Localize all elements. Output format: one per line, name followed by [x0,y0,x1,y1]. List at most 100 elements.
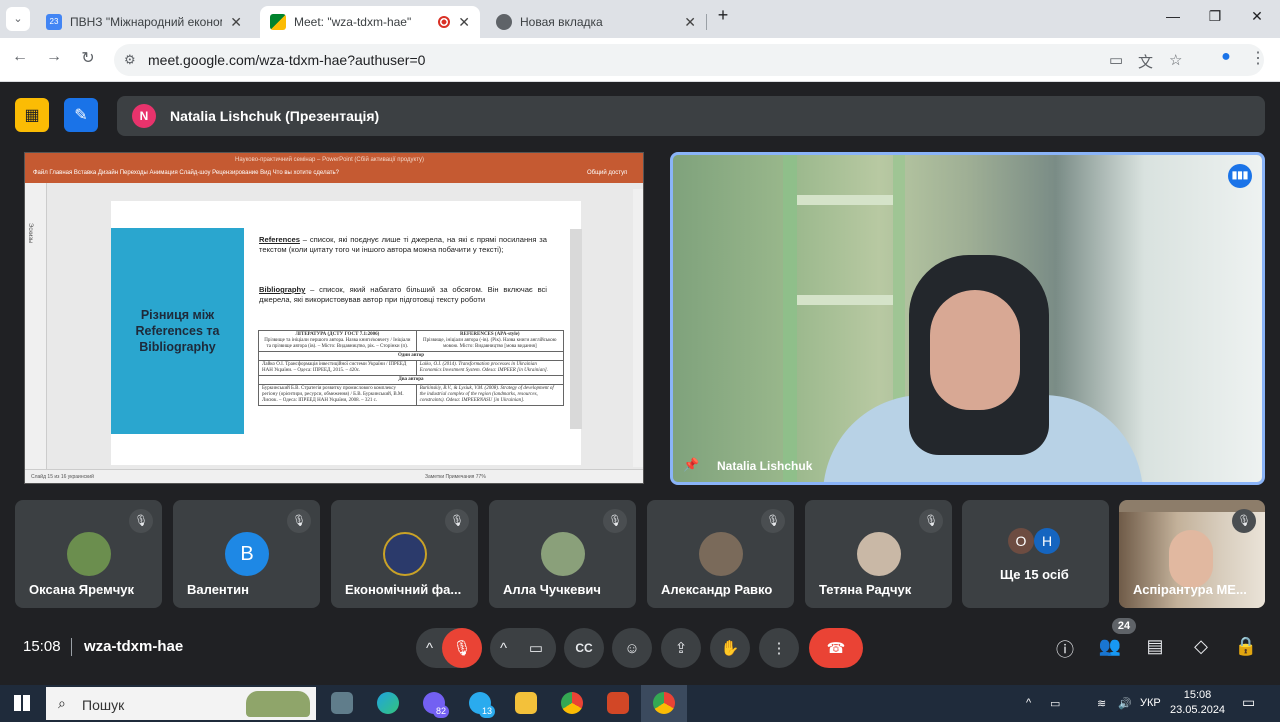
chrome-icon[interactable] [653,692,675,714]
address-bar[interactable]: ⚙ meet.google.com/wza-tdxm-hae?authuser=… [114,44,1264,76]
more-options-button[interactable]: ⋮ [759,628,799,668]
slide-title: Різниця між References та Bibliography [135,308,220,354]
restore-icon[interactable]: ❐ [1200,8,1230,25]
tray-chevron-icon[interactable]: ^ [1026,697,1031,709]
info-icon[interactable]: ⓘ [1053,636,1077,662]
powerpoint-icon[interactable] [607,692,629,714]
participant-face [1169,530,1213,588]
close-tab-icon[interactable]: ✕ [684,14,696,31]
participant-name: Валентин [187,582,249,597]
participant-tile[interactable]: 🎙 Аспірантура МЕ... [1119,500,1265,608]
tab-university[interactable]: 23 ПВНЗ "Міжнародний економі ✕ [36,6,252,38]
reload-icon[interactable]: ↻ [76,48,100,68]
network-icon[interactable]: ≋ [1097,697,1106,710]
stop-presenting-icon[interactable]: ▦ [15,98,49,132]
tab-meet[interactable]: Meet: "wza-tdxm-hae" ✕ [260,6,480,38]
participant-tile[interactable]: 🎙 Алла Чучкевич [489,500,636,608]
participant-tile[interactable]: 🎙 Тетяна Радчук [805,500,952,608]
speaking-indicator-icon: ▮▮▮ [1228,164,1252,188]
bookmark-star-icon[interactable]: ☆ [1169,51,1182,69]
volume-icon[interactable]: 🔊 [1118,697,1132,710]
activities-icon[interactable]: ✎ [64,98,98,132]
participant-tile[interactable]: 🎙 В Валентин [173,500,320,608]
chevron-up-icon[interactable]: ^ [500,640,507,657]
participant-name: Аспірантура МЕ... [1133,582,1247,597]
chevron-up-icon[interactable]: ^ [426,640,433,657]
close-window-icon[interactable]: ✕ [1242,8,1272,25]
camera-name: Natalia Lishchuk [717,459,813,473]
meet-favicon-icon [270,14,286,30]
pin-icon[interactable]: 📌 [683,457,699,473]
mic-group: ^ 🎙 [416,628,482,668]
ppt-window-title: Науково-практичний семінар – PowerPoint … [235,157,425,163]
start-icon[interactable] [14,695,30,711]
slide-title-box: Різниця між References та Bibliography [111,228,244,434]
site-favicon-icon: 23 [46,14,62,30]
participant-tile[interactable]: 🎙 Економічний фа... [331,500,478,608]
search-highlight-icon [246,691,310,717]
table-header-apa: REFERENCES (APA-style) Прізвище, ініціали… [415,330,565,352]
meeting-code: wza-tdxm-hae [84,638,184,655]
participant-tile[interactable]: 🎙 Оксана Яремчук [15,500,162,608]
telegram-badge: 13 [479,705,495,718]
new-tab-icon[interactable]: + [708,5,738,26]
mic-off-icon: 🎙 [919,509,943,533]
chrome-icon[interactable] [561,692,583,714]
camera-permission-icon[interactable]: ▭ [1109,51,1123,69]
leave-call-button[interactable]: ☎ [809,628,863,668]
translate-icon[interactable]: 文 [1138,51,1153,72]
host-controls-icon[interactable]: 🔒 [1234,636,1258,657]
language-indicator[interactable]: УКР [1140,697,1161,709]
shared-screen: Науково-практичний семінар – PowerPoint … [24,152,644,484]
references-paragraph: References – список, які поєднує лише ті… [259,235,547,255]
captions-button[interactable]: CC [564,628,604,668]
present-button[interactable]: ⇪ [661,628,701,668]
shelf [797,295,897,305]
people-icon[interactable]: 👥 [1098,636,1122,657]
mic-off-icon: 🎙 [287,509,311,533]
tray-app-icon[interactable]: ▭ [1050,697,1060,710]
thumbnails-pane: Эскизы [25,183,47,469]
more-participants-label: Ще 15 осіб [1000,567,1069,582]
profile-icon[interactable]: ● [1214,48,1238,66]
minimize-icon[interactable]: — [1158,8,1188,24]
tab-new-tab[interactable]: Новая вкладка ✕ [486,6,706,38]
emoji-button[interactable]: ☺ [612,628,652,668]
file-explorer-icon[interactable] [515,692,537,714]
meeting-time: 15:08 [23,638,61,655]
participant-tile[interactable]: 🎙 Александр Равко [647,500,794,608]
participant-name: Тетяна Радчук [819,582,912,597]
ppt-menu: Файл Главная Вставка Дизайн Переходы Ани… [33,170,339,176]
tab-separator [706,14,707,30]
menu-kebab-icon[interactable]: ⋮ [1246,48,1270,68]
activities-icon[interactable]: ◇ [1189,636,1213,657]
avatar [699,532,743,576]
site-info-icon[interactable]: ⚙ [124,52,136,68]
presenter-bar: N Natalia Lishchuk (Презентація) [117,96,1265,136]
notifications-icon[interactable]: ▭ [1242,694,1255,711]
raise-hand-button[interactable]: ✋ [710,628,750,668]
more-participants-tile[interactable]: О Н Ще 15 осіб [962,500,1109,608]
mic-off-icon: 🎙 [603,509,627,533]
close-tab-icon[interactable]: ✕ [458,14,470,31]
calculator-icon[interactable] [331,692,353,714]
chat-icon[interactable]: ▤ [1143,636,1167,657]
back-icon[interactable]: ← [8,48,32,66]
forward-icon[interactable]: → [42,48,66,66]
presenter-camera-tile[interactable]: ▮▮▮ 📌 Natalia Lishchuk [670,152,1265,485]
mic-off-button[interactable]: 🎙 [442,628,482,668]
avatar [857,532,901,576]
meet-stage: ▦ ✎ N Natalia Lishchuk (Презентація) Нау… [0,82,1280,685]
taskbar-search[interactable]: ⌕ Пошук [46,687,316,720]
avatar: Н [1034,528,1060,554]
camera-button[interactable]: ▭ [516,628,556,668]
close-tab-icon[interactable]: ✕ [230,14,242,31]
participant-name: Алла Чучкевич [503,582,601,597]
taskbar-clock[interactable]: 15:08 23.05.2024 [1170,688,1225,718]
tab-search-icon[interactable]: ⌄ [6,7,30,31]
edge-icon[interactable] [377,692,399,714]
search-label: Пошук [82,697,125,713]
divider [71,638,72,656]
tab-strip: ⌄ 23 ПВНЗ "Міжнародний економі ✕ Meet: "… [0,0,1280,38]
avatar [383,532,427,576]
